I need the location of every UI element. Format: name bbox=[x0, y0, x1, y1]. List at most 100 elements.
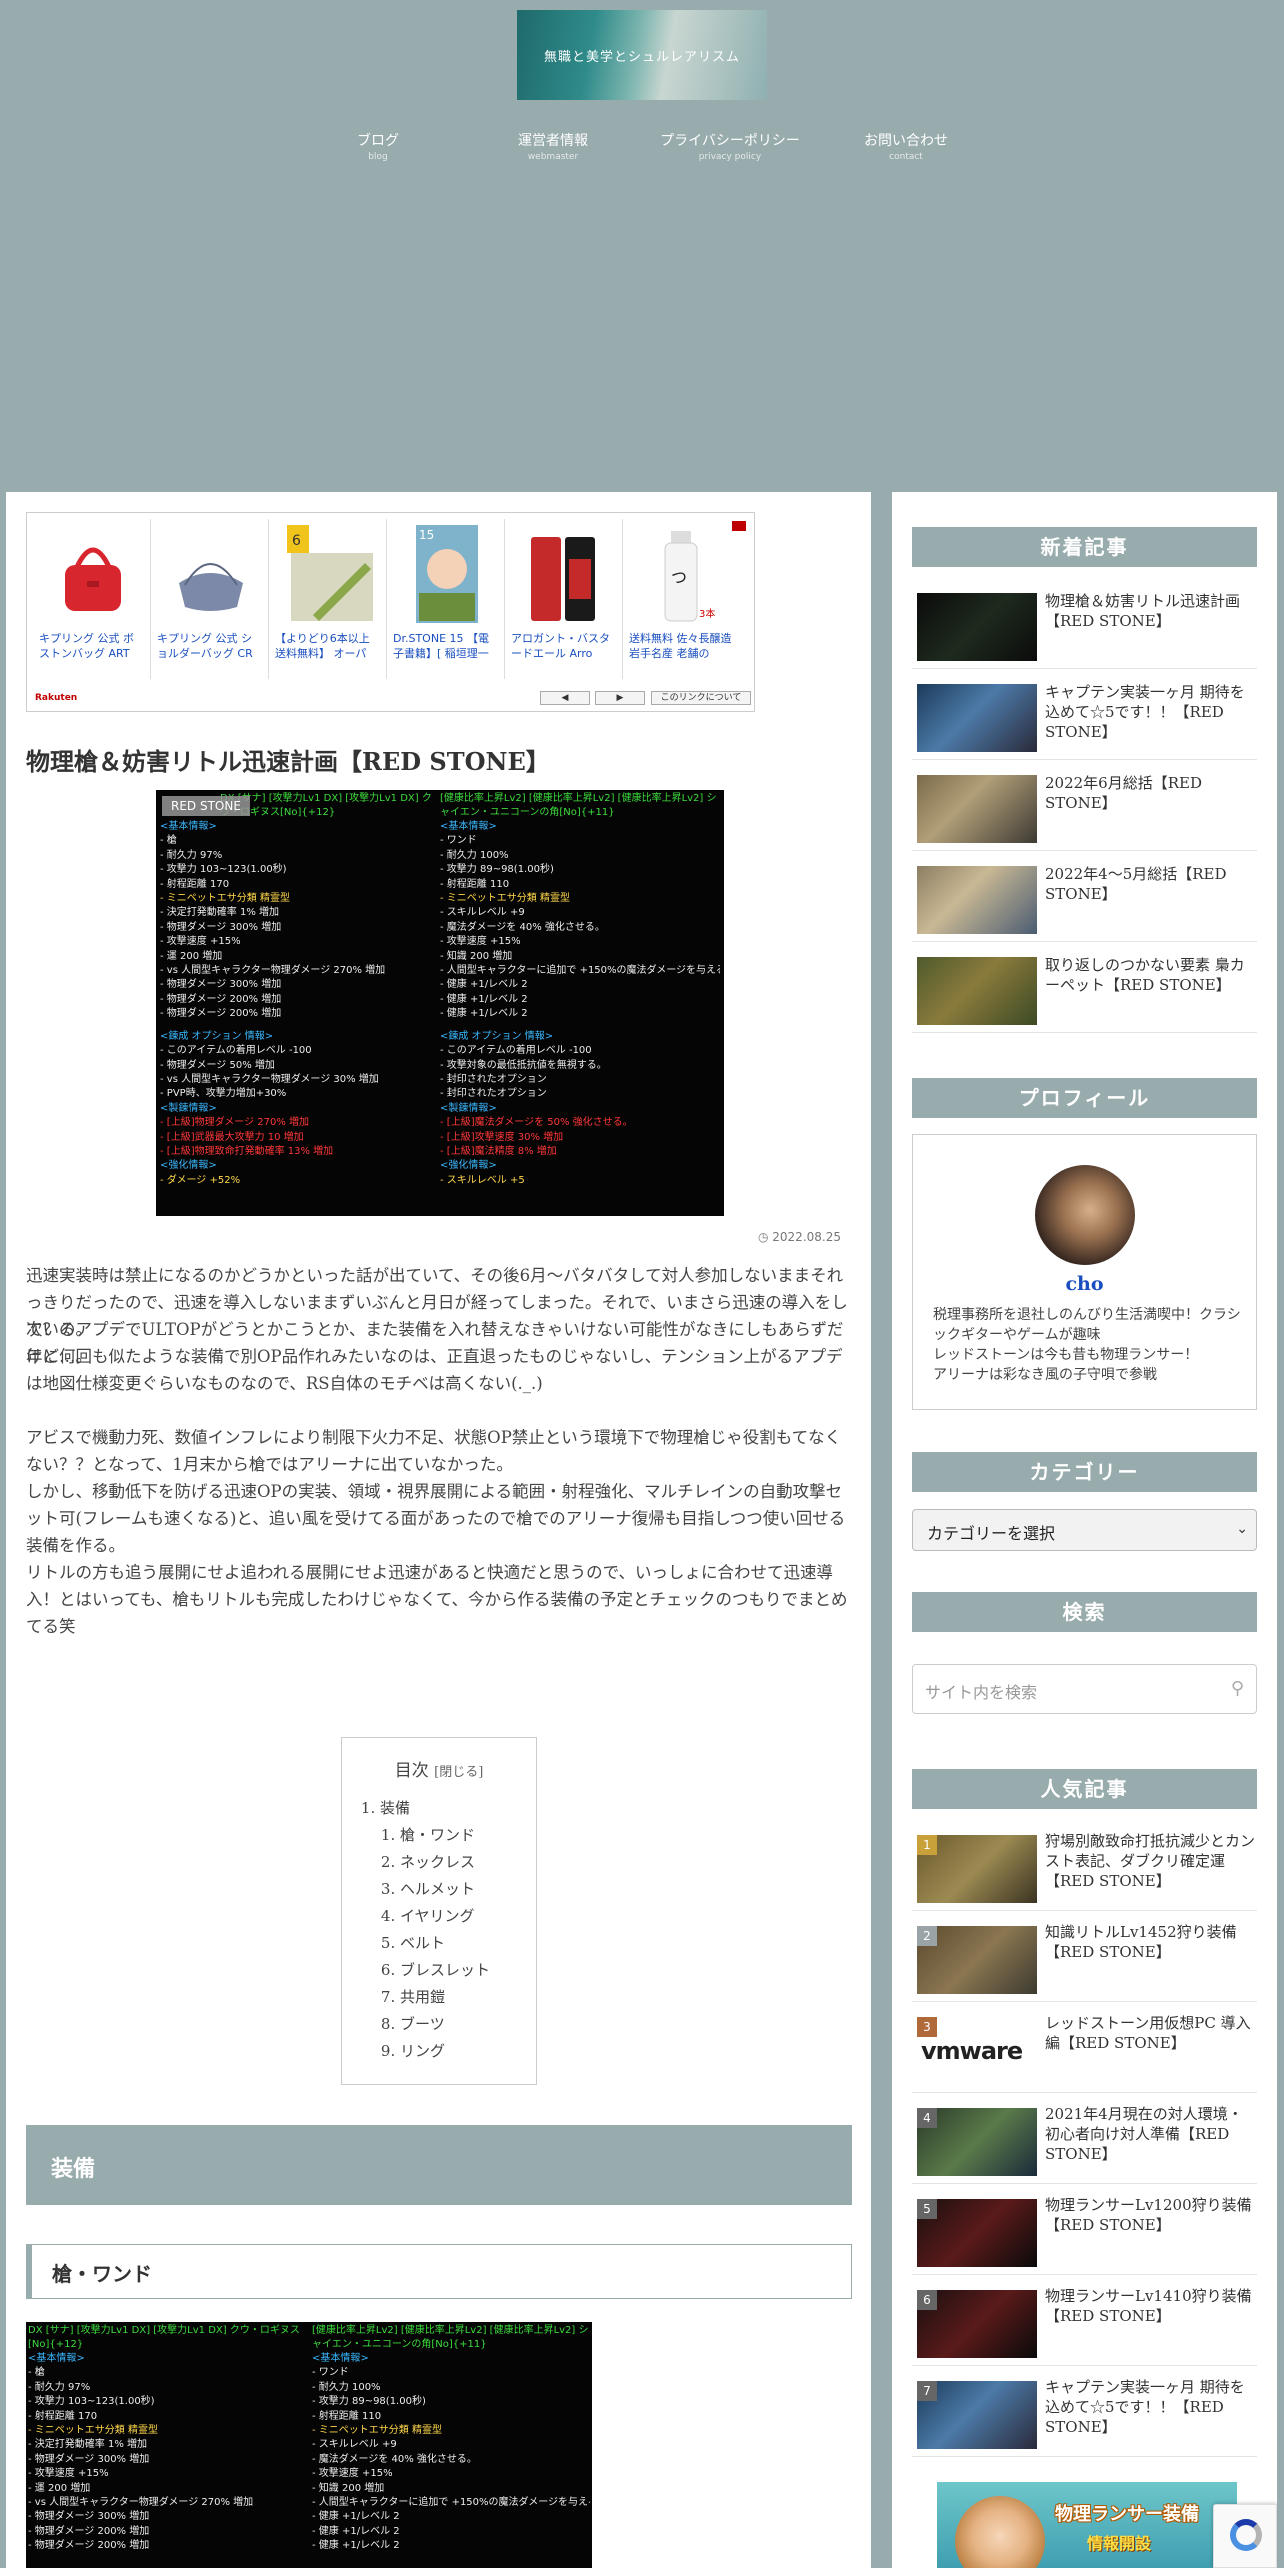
toc-section-label[interactable]: 装備 bbox=[380, 1799, 410, 1817]
ad-item[interactable]: キプリング 公式 ボストンバッグ ART bbox=[33, 519, 151, 679]
game-stat-line: - 運 200 増加 bbox=[28, 2482, 91, 2494]
game-stat-line: - 槍 bbox=[160, 835, 177, 847]
new-post-item[interactable]: 2022年6月総括【RED STONE】 bbox=[912, 769, 1257, 851]
ad-item[interactable]: つ 3本 送料無料 佐々長醸造 岩手名産 老舗の bbox=[623, 519, 741, 679]
popular-post-title[interactable]: 物理ランサーLv1410狩り装備【RED STONE】 bbox=[1045, 2286, 1257, 2326]
nav-blog[interactable]: ブログ blog bbox=[298, 130, 458, 162]
popular-post-thumbnail[interactable]: 2 bbox=[917, 1926, 1037, 1994]
site-logo[interactable]: 無職と美学とシュルレアリスム bbox=[517, 10, 767, 100]
category-select[interactable]: カテゴリーを選択 ⌄ bbox=[912, 1509, 1257, 1551]
category-label[interactable]: RED STONE bbox=[162, 796, 250, 816]
game-stat-line: - 健康 +1/レベル 2 bbox=[312, 2511, 400, 2523]
banner-subtitle: 情報開設 bbox=[1087, 2534, 1152, 2553]
popular-post-title[interactable]: レッドストーン用仮想PC 導入編【RED STONE】 bbox=[1045, 2013, 1257, 2053]
game-stat-line: <錬成 オプション 情報> bbox=[440, 1030, 554, 1042]
game-stat-line: - 健康 +1/レベル 2 bbox=[312, 2525, 400, 2537]
banner-character-image bbox=[955, 2496, 1045, 2568]
new-post-title[interactable]: キャプテン実装一ヶ月 期待を込めて☆5です！！【RED STONE】 bbox=[1045, 682, 1257, 742]
popular-post-item[interactable]: 4 2021年4月現在の対人環境・初心者向け対人準備【RED STONE】 bbox=[912, 2102, 1257, 2184]
table-of-contents: 目次 [閉じる] 装備 槍・ワンドネックレスヘルメットイヤリングベルトブレスレッ… bbox=[341, 1737, 537, 2085]
popular-post-thumbnail[interactable]: 5 bbox=[917, 2199, 1037, 2267]
ad-next-button[interactable]: ▶ bbox=[595, 691, 645, 705]
nav-webmaster-label: 運営者情報 bbox=[518, 133, 588, 149]
ad-item[interactable]: 15 Dr.STONE 15 【電子書籍】[ 稲垣理一 bbox=[387, 519, 505, 679]
popular-post-title[interactable]: 2021年4月現在の対人環境・初心者向け対人準備【RED STONE】 bbox=[1045, 2104, 1257, 2164]
ad-item[interactable]: アロガント・バスタードエール Arro bbox=[505, 519, 623, 679]
nav-contact[interactable]: お問い合わせ contact bbox=[826, 130, 986, 162]
toc-subitem[interactable]: ベルト bbox=[400, 1930, 514, 1957]
popular-post-thumbnail[interactable]: 1 bbox=[917, 1835, 1037, 1903]
eyecatch-image: DX [サナ] [攻撃力Lv1 DX] [攻撃力Lv1 DX] クウ・ロギヌス[… bbox=[156, 790, 724, 1216]
toc-subitem[interactable]: ヘルメット bbox=[400, 1876, 514, 1903]
popular-post-title[interactable]: キャプテン実装一ヶ月 期待を込めて☆5です！！【RED STONE】 bbox=[1045, 2377, 1257, 2437]
nav-privacy-label: プライバシーポリシー bbox=[660, 133, 800, 149]
toc-toggle[interactable]: [閉じる] bbox=[434, 1765, 483, 1780]
toc-subitem[interactable]: ブレスレット bbox=[400, 1957, 514, 1984]
game-stat-line: - このアイテムの着用レベル -100 bbox=[440, 1045, 592, 1057]
toc-subitem[interactable]: ネックレス bbox=[400, 1849, 514, 1876]
new-post-thumbnail[interactable] bbox=[917, 775, 1037, 843]
popular-post-thumbnail[interactable]: 7 bbox=[917, 2381, 1037, 2449]
new-post-title[interactable]: 2022年6月総括【RED STONE】 bbox=[1045, 773, 1257, 813]
physical-lancer-banner[interactable]: 物理ランサー装備 情報開設 bbox=[937, 2482, 1237, 2568]
popular-post-item[interactable]: 1 狩場別敵致命打抵抗減少とカンスト表記、ダブクリ確定運【RED STONE】 bbox=[912, 1829, 1257, 1911]
new-post-thumbnail[interactable] bbox=[917, 866, 1037, 934]
toc-subitem[interactable]: 槍・ワンド bbox=[400, 1822, 514, 1849]
rank-badge: 3 bbox=[917, 2017, 937, 2037]
new-post-thumbnail[interactable] bbox=[917, 957, 1037, 1025]
popular-post-item[interactable]: 2 知識リトルLv1452狩り装備【RED STONE】 bbox=[912, 1920, 1257, 2002]
ad-item[interactable]: 6 【よりどり6本以上送料無料】 オーパ bbox=[269, 519, 387, 679]
popular-post-item[interactable]: vmware 3 レッドストーン用仮想PC 導入編【RED STONE】 bbox=[912, 2011, 1257, 2093]
toc-subitem[interactable]: イヤリング bbox=[400, 1903, 514, 1930]
banner-title: 物理ランサー装備 bbox=[1055, 2504, 1199, 2525]
toc-subitem[interactable]: 共用鎧 bbox=[400, 1984, 514, 2011]
game-stat-line: <製錬情報> bbox=[160, 1102, 217, 1114]
ad-item-title: Dr.STONE 15 【電子書籍】[ 稲垣理一 bbox=[393, 632, 490, 660]
ad-about-link[interactable]: このリンクについて bbox=[651, 691, 751, 705]
beer-cans-image bbox=[519, 523, 609, 623]
ad-prev-button[interactable]: ◀ bbox=[540, 691, 590, 705]
game-stat-line: <強化情報> bbox=[160, 1160, 217, 1172]
popular-post-title[interactable]: 物理ランサーLv1200狩り装備【RED STONE】 bbox=[1045, 2195, 1257, 2235]
svg-text:3本: 3本 bbox=[699, 607, 715, 620]
red-bag-image bbox=[47, 523, 137, 623]
toc-item[interactable]: 装備 槍・ワンドネックレスヘルメットイヤリングベルトブレスレット共用鎧ブーツリン… bbox=[380, 1795, 514, 2065]
game-stat-line: - 攻撃速度 +15% bbox=[440, 936, 521, 948]
nav-privacy[interactable]: プライバシーポリシー privacy policy bbox=[650, 130, 810, 162]
new-post-thumbnail[interactable] bbox=[917, 684, 1037, 752]
toc-subitem[interactable]: ブーツ bbox=[400, 2011, 514, 2038]
new-post-title[interactable]: 2022年4～5月総括【RED STONE】 bbox=[1045, 864, 1257, 904]
site-title: 無職と美学とシュルレアリスム bbox=[543, 49, 740, 65]
popular-post-item[interactable]: 5 物理ランサーLv1200狩り装備【RED STONE】 bbox=[912, 2193, 1257, 2275]
popular-post-title[interactable]: 狩場別敵致命打抵抗減少とカンスト表記、ダブクリ確定運【RED STONE】 bbox=[1045, 1831, 1257, 1891]
popular-post-item[interactable]: 7 キャプテン実装一ヶ月 期待を込めて☆5です！！【RED STONE】 bbox=[912, 2375, 1257, 2457]
profile-name[interactable]: cho bbox=[913, 1273, 1256, 1295]
new-post-thumbnail[interactable] bbox=[917, 593, 1037, 661]
popular-post-thumbnail[interactable]: 6 bbox=[917, 2290, 1037, 2358]
new-post-title[interactable]: 取り返しのつかない要素 梟カーペット【RED STONE】 bbox=[1045, 955, 1257, 995]
new-post-item[interactable]: 2022年4～5月総括【RED STONE】 bbox=[912, 860, 1257, 942]
ad-item-title: キプリング 公式 ボストンバッグ ART bbox=[39, 632, 134, 660]
new-post-item[interactable]: キャプテン実装一ヶ月 期待を込めて☆5です！！【RED STONE】 bbox=[912, 678, 1257, 760]
ad-item[interactable]: キプリング 公式 ショルダーバッグ CR bbox=[151, 519, 269, 679]
game-stat-line: - ミニペットエサ分類 精霊型 bbox=[312, 2425, 442, 2437]
toc-subitem[interactable]: リング bbox=[400, 2038, 514, 2065]
popular-post-thumbnail[interactable]: vmware 3 bbox=[917, 2017, 1037, 2085]
popular-post-item[interactable]: 6 物理ランサーLv1410狩り装備【RED STONE】 bbox=[912, 2284, 1257, 2366]
popular-post-thumbnail[interactable]: 4 bbox=[917, 2108, 1037, 2176]
popular-post-title[interactable]: 知識リトルLv1452狩り装備【RED STONE】 bbox=[1045, 1922, 1257, 1962]
game-right-head-2: [健康比率上昇Lv2] [健康比率上昇Lv2] [健康比率上昇Lv2] シャイエ… bbox=[312, 2325, 589, 2351]
game-stat-line: - 射程距離 110 bbox=[312, 2410, 382, 2422]
search-input[interactable]: サイト内を検索 ⚲ bbox=[912, 1664, 1257, 1714]
game-stat-line: - [上級]攻撃速度 30% 増加 bbox=[440, 1131, 564, 1143]
game-stat-line: - 射程距離 170 bbox=[160, 878, 230, 890]
recaptcha-badge[interactable] bbox=[1213, 2504, 1277, 2568]
nav-webmaster[interactable]: 運営者情報 webmaster bbox=[473, 130, 633, 162]
equipment-image: DX [サナ] [攻撃力Lv1 DX] [攻撃力Lv1 DX] クウ・ロギヌス[… bbox=[26, 2322, 592, 2568]
new-post-item[interactable]: 物理槍＆妨害リトル迅速計画【RED STONE】 bbox=[912, 587, 1257, 669]
new-post-title[interactable]: 物理槍＆妨害リトル迅速計画【RED STONE】 bbox=[1045, 591, 1257, 631]
rakuten-logo[interactable]: Rakuten bbox=[35, 693, 77, 703]
search-icon[interactable]: ⚲ bbox=[1231, 1678, 1244, 1699]
new-post-item[interactable]: 取り返しのつかない要素 梟カーペット【RED STONE】 bbox=[912, 951, 1257, 1033]
rank-badge: 6 bbox=[917, 2290, 937, 2310]
